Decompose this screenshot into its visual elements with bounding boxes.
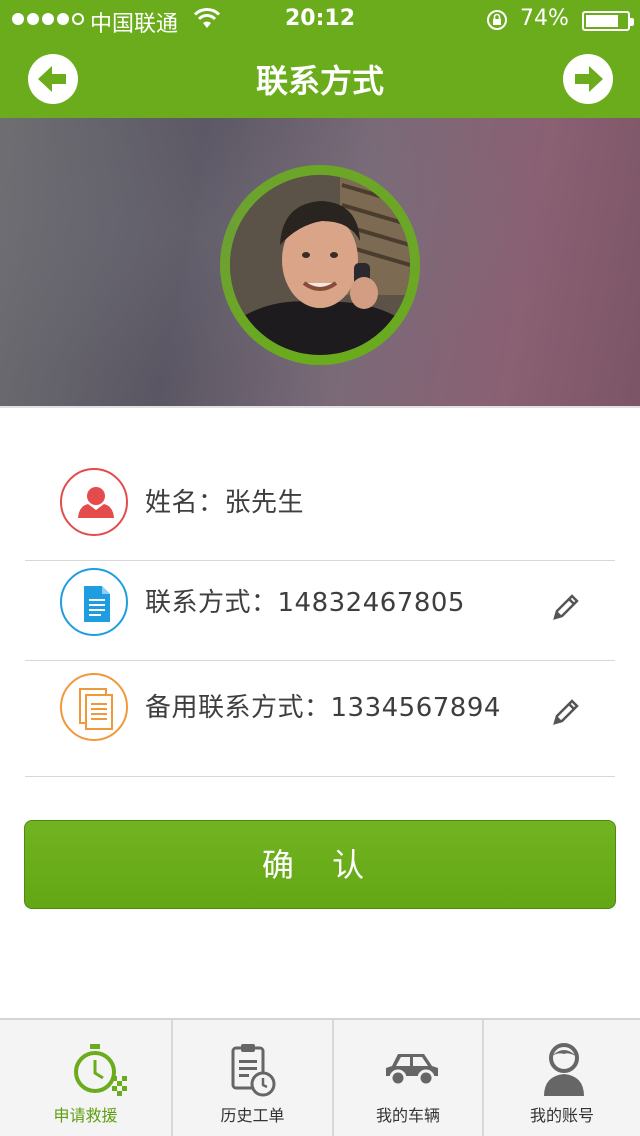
avatar[interactable] [230, 175, 410, 355]
rotation-lock-icon [487, 10, 507, 30]
tab-label: 历史工单 [220, 1106, 285, 1125]
tab-my-vehicles[interactable]: 我的车辆 [334, 1020, 484, 1136]
clipboard-clock-icon [231, 1044, 276, 1097]
status-bar: 中国联通 20:12 74% [0, 0, 640, 40]
person-icon [60, 468, 128, 536]
tab-request-rescue[interactable]: 申请救援 [0, 1020, 173, 1136]
confirm-button[interactable]: 确 认 [24, 820, 616, 909]
stopwatch-flag-icon [74, 1044, 127, 1096]
document-icon [60, 568, 128, 636]
arrow-right-icon [575, 66, 603, 92]
name-label: 姓名：张先生 [145, 488, 305, 518]
car-icon [386, 1054, 438, 1087]
user-photo [230, 175, 410, 355]
name-row: 姓名：张先生 [25, 460, 615, 560]
tab-label: 我的账号 [529, 1106, 594, 1125]
row-divider [25, 776, 615, 777]
tab-my-account[interactable]: 我的账号 [484, 1020, 640, 1136]
row-divider [25, 660, 615, 661]
edit-phone-pencil-icon[interactable] [549, 590, 583, 624]
top-bar: 中国联通 20:12 74% 联系方式 [0, 0, 640, 118]
backup-phone-label: 备用联系方式：1334567894 [145, 693, 501, 723]
backup-phone-row: 备用联系方式：1334567894 [25, 665, 615, 765]
phone-row: 联系方式：14832467805 [25, 560, 615, 660]
tab-history-orders[interactable]: 历史工单 [173, 1020, 334, 1136]
tab-bar: 申请救援 历史工单 我的车辆 我的账号 [0, 1018, 640, 1136]
tab-label: 申请救援 [53, 1106, 118, 1125]
edit-backup-pencil-icon[interactable] [549, 695, 583, 729]
documents-stack-icon [60, 673, 128, 741]
header-divider [0, 406, 640, 408]
battery-percentage: 74% [520, 6, 569, 31]
profile-header [0, 118, 640, 406]
battery-icon [582, 11, 634, 31]
tab-label: 我的车辆 [375, 1106, 440, 1125]
page-title: 联系方式 [255, 62, 384, 100]
user-account-icon [544, 1043, 584, 1096]
forward-button[interactable] [563, 54, 613, 104]
phone-label: 联系方式：14832467805 [145, 588, 465, 618]
